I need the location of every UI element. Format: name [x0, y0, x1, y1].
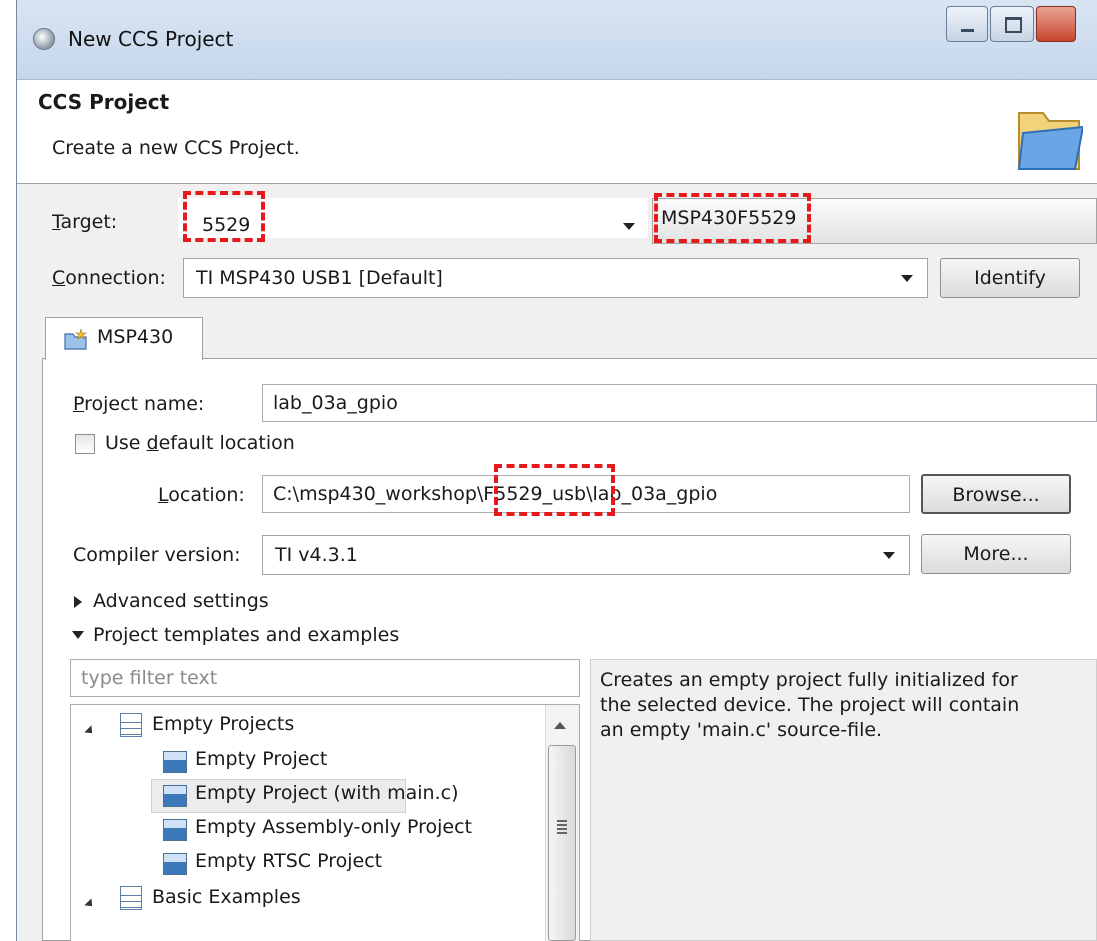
tab-label: MSP430 [97, 326, 174, 348]
compiler-version-combo[interactable]: TI v4.3.1 [262, 535, 910, 575]
wizard-header [17, 80, 1097, 184]
app-icon [33, 28, 55, 50]
tree-item-empty-rtsc[interactable]: Empty RTSC Project [195, 850, 382, 884]
annotation-highlight-location [494, 464, 615, 516]
group-icon [120, 886, 142, 910]
scroll-thumb[interactable] [548, 745, 576, 941]
chevron-down-icon[interactable] [901, 275, 913, 282]
scroll-grip-icon [557, 820, 567, 834]
chevron-down-icon[interactable] [623, 223, 635, 230]
use-default-location-checkbox[interactable] [75, 434, 95, 454]
tree-item-basic-examples[interactable]: Basic Examples [152, 886, 301, 920]
chevron-down-icon[interactable] [883, 552, 895, 559]
maximize-button[interactable] [990, 6, 1034, 42]
tree-item-empty-projects[interactable]: Empty Projects [152, 713, 294, 747]
minimize-button[interactable] [946, 6, 988, 42]
collapse-arrow-icon[interactable] [72, 631, 84, 639]
template-filter-input[interactable]: type filter text [70, 659, 580, 697]
tree-item-empty-project-main[interactable]: Empty Project (with main.c) [195, 782, 459, 816]
annotation-highlight-device [654, 193, 811, 243]
tree-item-empty-project[interactable]: Empty Project [195, 748, 327, 782]
template-description: Creates an empty project fully initializ… [600, 669, 1020, 741]
connection-value: TI MSP430 USB1 [Default] [196, 267, 443, 289]
project-name-value: lab_03a_gpio [273, 392, 398, 414]
project-template-icon [163, 785, 187, 807]
project-name-label: Project name: [73, 393, 205, 415]
advanced-settings-toggle[interactable]: Advanced settings [93, 590, 269, 612]
new-project-icon [64, 328, 87, 350]
close-button[interactable] [1036, 6, 1076, 42]
group-icon [120, 713, 142, 737]
wizard-title: CCS Project [38, 90, 170, 114]
identify-button[interactable]: Identify [940, 258, 1080, 298]
templates-toggle[interactable]: Project templates and examples [93, 624, 399, 646]
project-template-icon [163, 819, 187, 841]
project-template-icon [163, 751, 187, 773]
compiler-version-label: Compiler version: [73, 544, 241, 566]
location-label: Location: [158, 484, 245, 506]
more-button[interactable]: More... [921, 534, 1071, 574]
project-name-input[interactable]: lab_03a_gpio [262, 384, 1097, 422]
connection-label: Connection: [52, 267, 166, 289]
annotation-highlight-target [183, 191, 265, 242]
tree-item-empty-assembly[interactable]: Empty Assembly-only Project [195, 816, 472, 850]
compiler-version-value: TI v4.3.1 [275, 544, 358, 566]
filter-placeholder: type filter text [81, 667, 218, 689]
window-title: New CCS Project [68, 27, 234, 51]
browse-button[interactable]: Browse... [921, 474, 1071, 514]
target-label: Target: [52, 211, 118, 233]
scroll-up-icon[interactable] [554, 722, 566, 729]
expand-arrow-icon[interactable] [74, 596, 82, 608]
folder-icon [1017, 112, 1083, 170]
use-default-location-label[interactable]: Use default location [105, 432, 295, 454]
project-template-icon [163, 853, 187, 875]
connection-combo[interactable]: TI MSP430 USB1 [Default] [183, 258, 928, 298]
wizard-description: Create a new CCS Project. [52, 137, 300, 159]
